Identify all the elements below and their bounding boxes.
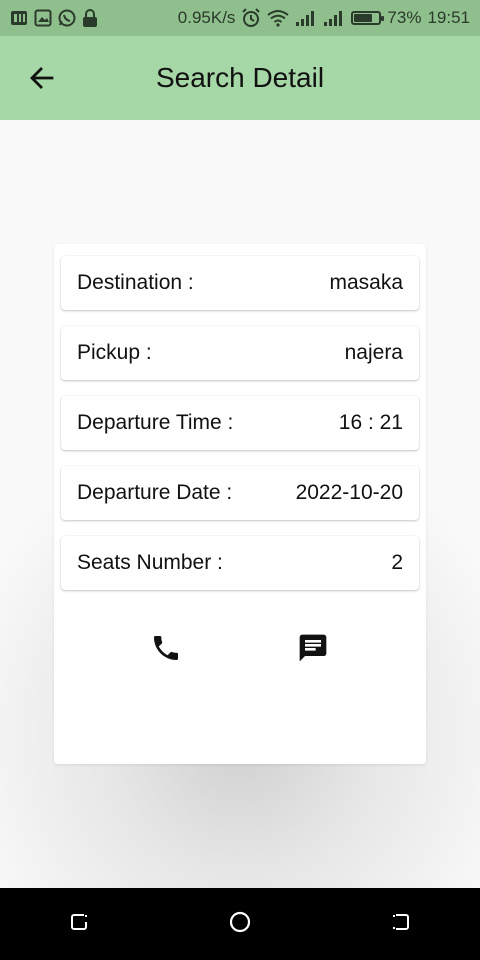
detail-card: Destination : masaka Pickup : najera Dep… [54,244,426,764]
clock: 19:51 [427,8,470,27]
signal-icon-1 [295,10,317,26]
detail-row-pickup: Pickup : najera [61,326,419,380]
back-button[interactable] [22,60,62,100]
back-nav-button[interactable] [380,904,420,944]
notification-icons [10,9,98,27]
detail-value: 16 : 21 [338,411,403,434]
phone-icon [150,632,182,669]
battery-percent: 73% [387,8,422,27]
network-speed: 0.95K/s [177,8,236,27]
home-button[interactable] [220,904,260,944]
lock-icon [82,9,98,27]
system-indicators: 0.95K/s 73% 19:51 [178,8,470,28]
battery-level-fill [354,14,373,22]
image-notification-icon [34,9,52,27]
detail-row-departure-date: Departure Date : 2022-10-20 [61,466,419,520]
detail-value: masaka [329,271,403,294]
message-icon [297,632,329,669]
detail-row-destination: Destination : masaka [61,256,419,310]
detail-label: Departure Time : [77,411,234,434]
wifi-icon [267,9,290,27]
back-nav-icon [388,910,412,939]
alarm-icon [241,8,261,28]
detail-row-departure-time: Departure Time : 16 : 21 [61,396,419,450]
detail-value: 2 [391,551,403,574]
home-icon [227,909,253,940]
app-notification-icon [10,9,28,27]
content-area: Destination : masaka Pickup : najera Dep… [0,120,480,888]
detail-value: najera [344,341,403,364]
status-bar: 0.95K/s 73% 19:51 [0,0,480,36]
whatsapp-icon [58,9,76,27]
arrow-back-icon [28,64,56,97]
detail-label: Seats Number : [77,551,223,574]
page-title: Search Detail [155,62,325,93]
battery-icon [351,11,385,25]
detail-label: Destination : [77,271,194,294]
signal-icon-2 [323,10,345,26]
detail-label: Pickup : [77,341,152,364]
message-button[interactable] [291,628,335,672]
app-bar: Search Detail [0,36,480,120]
system-navigation-bar [0,888,480,960]
call-button[interactable] [144,628,188,672]
detail-value: 2022-10-20 [295,481,403,504]
detail-row-seats-number: Seats Number : 2 [61,536,419,590]
detail-label: Departure Date : [77,481,233,504]
recents-icon [68,910,92,939]
recents-button[interactable] [60,904,100,944]
